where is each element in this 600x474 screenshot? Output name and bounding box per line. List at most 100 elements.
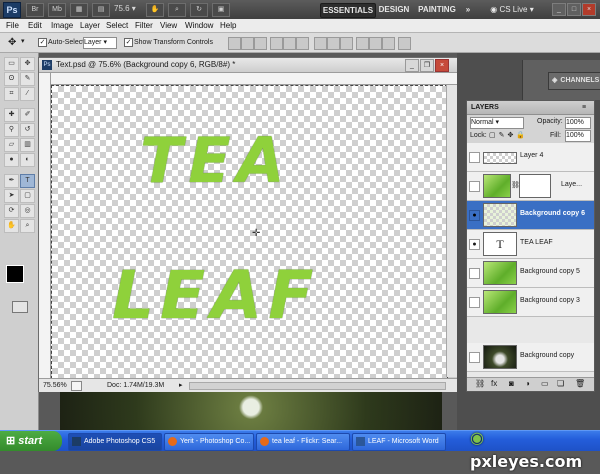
canvas[interactable]: TEA ✛ LEAF [51,85,448,379]
layer-row-background-copy-6[interactable]: ● Background copy 6 [467,201,594,230]
menu-layer[interactable]: Layer [80,19,100,32]
layer-row-tea-leaf[interactable]: ● T TEA LEAF [467,230,594,259]
layer-row-layer-mask[interactable]: ⛓ Laye... [467,172,594,201]
menu-help[interactable]: Help [220,19,236,32]
opacity-input[interactable]: 100% [565,117,591,129]
horizontal-ruler[interactable] [51,73,458,85]
tea-text-selection[interactable]: TEA [140,126,291,196]
clone-stamp-tool-icon[interactable]: ⚲ [4,123,19,137]
visibility-toggle[interactable] [469,181,480,192]
type-tool-icon[interactable]: T [20,174,35,188]
workspace-painting-button[interactable]: PAINTING [418,3,456,16]
auto-select-target-select[interactable]: Layer ▾ [83,37,117,49]
blend-mode-select[interactable]: Normal ▾ [470,117,524,129]
menu-image[interactable]: Image [51,19,73,32]
zoom-level-select[interactable]: 75.6 ▾ [114,3,136,15]
visibility-toggle[interactable] [469,268,480,279]
align-right-icon[interactable] [296,37,309,50]
eraser-tool-icon[interactable]: ▱ [4,138,19,152]
channels-panel-tab[interactable]: ◈ CHANNELS [548,72,600,90]
show-transform-checkbox[interactable]: ✓ [124,38,133,47]
eye-icon[interactable]: ● [469,239,480,250]
zoom-status[interactable]: 75.56% [43,379,67,392]
eyedropper-tool-icon[interactable]: ⁄ [20,87,35,101]
visibility-toggle[interactable] [469,297,480,308]
lasso-tool-icon[interactable]: ʘ [4,72,19,86]
zoom-tool-icon[interactable]: ⌕ [20,219,35,233]
status-menu-icon[interactable] [71,381,82,391]
more-workspaces-button[interactable]: » [462,3,474,16]
path-select-tool-icon[interactable]: ➤ [4,189,19,203]
distribute-right-icon[interactable] [382,37,395,50]
bridge-icon[interactable]: Br [26,3,44,17]
3d-rotate-tool-icon[interactable]: ⟳ [4,204,19,218]
workspace-essentials-button[interactable]: ESSENTIALS [320,3,376,18]
fill-input[interactable]: 100% [565,130,591,142]
minimize-icon[interactable]: _ [552,3,566,16]
vertical-ruler[interactable] [39,73,51,378]
cs-live-button[interactable]: ◉ CS Live ▾ [486,3,538,16]
marquee-tool-icon[interactable]: ▭ [4,57,19,71]
dodge-tool-icon[interactable]: ◐ [20,153,35,167]
gradient-tool-icon[interactable]: ▥ [20,138,35,152]
layer-row-layer-4[interactable]: Layer 4 [467,143,594,172]
screen-mode-icon[interactable]: ▣ [212,3,230,17]
mini-bridge-icon[interactable]: Mb [48,3,66,17]
maximize-icon[interactable]: □ [567,3,581,16]
hand-tool-icon[interactable]: ✋ [4,219,19,233]
layer-style-icon[interactable]: fx [491,379,497,388]
new-layer-icon[interactable]: ❏ [557,379,564,388]
lock-options-icon[interactable]: ▢✎✥🔒 [489,131,528,141]
pen-tool-icon[interactable]: ✒ [4,174,19,188]
visibility-toggle[interactable] [469,152,480,163]
layer-row-background-copy[interactable]: Background copy [467,343,594,372]
foreground-color-swatch[interactable] [6,265,24,283]
horizontal-scrollbar[interactable] [189,382,446,390]
history-brush-tool-icon[interactable]: ↺ [20,123,35,137]
menu-filter[interactable]: Filter [135,19,153,32]
layer-row-background-copy-5[interactable]: Background copy 5 [467,259,594,288]
quick-mask-icon[interactable] [12,301,28,313]
extras-icon[interactable]: ▦ [70,3,88,17]
rotate-view-icon[interactable]: ↻ [190,3,208,17]
status-arrow-icon[interactable]: ▸ [179,379,183,392]
distribute-vcenter-icon[interactable] [327,37,340,50]
link-layers-icon[interactable]: ⛓ [475,379,485,388]
brush-tool-icon[interactable]: ✐ [20,108,35,122]
align-vcenter-icon[interactable] [241,37,254,50]
shape-tool-icon[interactable]: ▢ [20,189,35,203]
document-tab[interactable]: Ps Text.psd @ 75.6% (Background copy 6, … [39,58,458,73]
auto-select-checkbox[interactable]: ✓ [38,38,47,47]
quick-select-tool-icon[interactable]: ✎ [20,72,35,86]
adjustment-layer-icon[interactable]: ◑ [525,379,530,388]
doc-close-icon[interactable]: × [435,59,449,72]
doc-minimize-icon[interactable]: _ [405,59,419,72]
align-hcenter-icon[interactable] [283,37,296,50]
distribute-top-icon[interactable] [314,37,327,50]
align-top-icon[interactable] [228,37,241,50]
blur-tool-icon[interactable]: ● [4,153,19,167]
distribute-bottom-icon[interactable] [340,37,353,50]
move-tool-icon[interactable]: ✥ [8,36,16,49]
menu-file[interactable]: File [6,19,19,32]
task-photoshop[interactable]: Adobe Photoshop CS5 [68,433,162,451]
align-left-icon[interactable] [270,37,283,50]
layer-row-background-copy-3[interactable]: Background copy 3 [467,288,594,317]
workspace-design-button[interactable]: DESIGN [378,3,410,16]
visibility-toggle[interactable] [469,352,480,363]
eye-icon[interactable]: ● [469,210,480,221]
distribute-left-icon[interactable] [356,37,369,50]
auto-align-icon[interactable] [398,37,411,50]
layers-panel-header[interactable]: LAYERS ≡ [467,101,594,115]
arrange-icon[interactable]: ▤ [92,3,110,17]
move-tool-icon[interactable]: ✥ [20,57,35,71]
close-icon[interactable]: × [582,3,596,16]
crop-tool-icon[interactable]: ⌗ [4,87,19,101]
task-word[interactable]: LEAF - Microsoft Word [352,433,446,451]
healing-brush-tool-icon[interactable]: ✚ [4,108,19,122]
menu-window[interactable]: Window [185,19,213,32]
tool-preset-dropdown[interactable]: ▾ [21,37,25,45]
menu-edit[interactable]: Edit [28,19,42,32]
start-button[interactable]: ⊞ start [0,431,62,451]
menu-view[interactable]: View [160,19,177,32]
